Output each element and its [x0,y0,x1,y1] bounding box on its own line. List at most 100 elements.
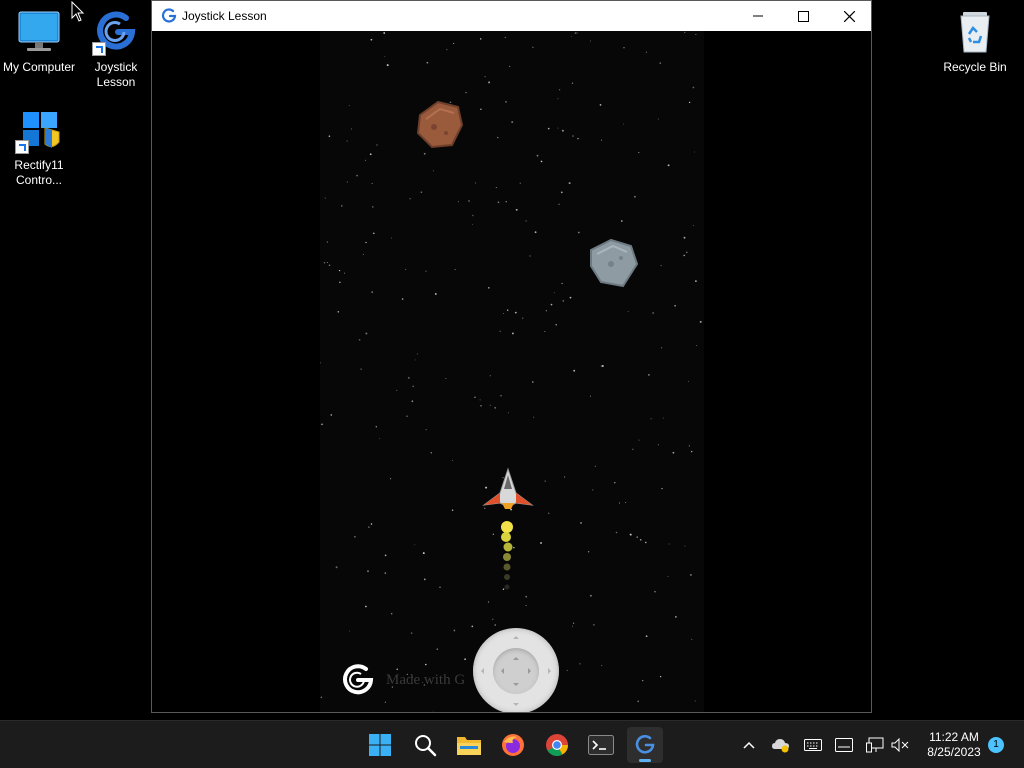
star [339,281,341,283]
search-icon [415,735,437,757]
star [672,451,675,454]
star [375,426,378,428]
taskbar-search-button[interactable] [407,727,443,763]
close-button[interactable] [826,1,872,31]
star [648,374,650,376]
star [488,287,490,289]
joystick-knob[interactable] [493,648,539,694]
desktop-icon-rectify11[interactable]: Rectify11 Contro... [1,106,77,188]
star [593,624,595,626]
star [507,309,509,311]
star [531,381,534,383]
star [652,312,654,314]
joystick-up-arrow-icon [513,633,519,639]
star [654,591,656,593]
taskbar-firefox[interactable] [495,727,531,763]
star [668,543,670,545]
star [430,452,433,454]
star [544,480,546,482]
desktop-icon-my-computer[interactable]: My Computer [1,8,77,75]
star [423,152,426,155]
star [474,182,477,184]
star [511,121,514,124]
star [660,265,662,267]
star [636,536,638,538]
star [489,404,491,406]
star [614,482,616,484]
star [410,632,413,634]
start-button[interactable] [362,727,398,763]
star [326,241,329,243]
taskbar-file-explorer[interactable] [451,727,487,763]
star [509,65,511,67]
star [570,35,572,37]
star [495,187,497,189]
asteroid-grey [590,238,639,288]
star [695,280,697,282]
star [558,89,561,91]
tray-keyboard[interactable] [803,735,823,755]
chevron-up-icon [743,741,755,749]
window-titlebar[interactable]: Joystick Lesson [152,1,871,31]
star [659,62,662,64]
star [327,262,328,263]
star [433,170,434,172]
folder-icon [457,737,481,755]
terminal-icon [588,735,614,755]
maximize-button[interactable] [780,1,826,31]
star [674,304,676,307]
star [695,34,697,35]
star [472,223,474,225]
star [391,237,393,239]
taskbar-gdevelop[interactable] [627,727,663,763]
star [412,385,414,388]
knob-down-arrow-icon [513,683,519,689]
star [625,502,627,504]
star [369,153,372,156]
star [320,696,323,699]
maximize-icon [797,10,809,22]
app-window[interactable]: Joystick Lesson Made with G [151,0,872,713]
taskbar: 11:22 AM 8/25/2023 1 [0,720,1024,768]
star [323,261,326,264]
volume-muted-icon [891,738,909,752]
star [683,236,686,239]
firefox-icon [502,734,524,756]
star [423,578,426,581]
star [615,531,618,534]
star [328,264,331,267]
desktop-icon-label: Joystick Lesson [94,60,138,89]
star [555,324,557,326]
star [572,135,574,137]
tray-network[interactable] [866,735,886,755]
desktop-icon-joystick-lesson[interactable]: Joystick Lesson [78,8,154,90]
game-canvas[interactable]: Made with G [320,31,704,712]
notification-badge[interactable]: 1 [988,737,1004,753]
star [544,330,546,332]
minimize-button[interactable] [735,1,781,31]
tray-onedrive[interactable] [771,735,791,755]
star [637,700,640,703]
star [365,241,367,244]
tray-touch-keyboard[interactable] [834,735,854,755]
star [376,144,378,146]
star [480,405,482,407]
star [360,368,362,370]
star [383,32,386,34]
star [425,270,427,272]
star [464,658,466,661]
star [534,231,537,234]
taskbar-chrome[interactable] [539,727,575,763]
joystick[interactable] [473,628,559,712]
desktop-icon-recycle-bin[interactable]: Recycle Bin [937,8,1013,75]
tray-overflow-button[interactable] [739,735,759,755]
star [589,594,592,597]
taskbar-clock[interactable]: 11:22 AM 8/25/2023 [920,730,988,760]
star [547,512,550,514]
star [564,476,566,478]
star [533,416,535,418]
star [667,164,670,167]
star [557,98,559,100]
tray-volume[interactable] [890,735,910,755]
taskbar-terminal[interactable] [583,727,619,763]
